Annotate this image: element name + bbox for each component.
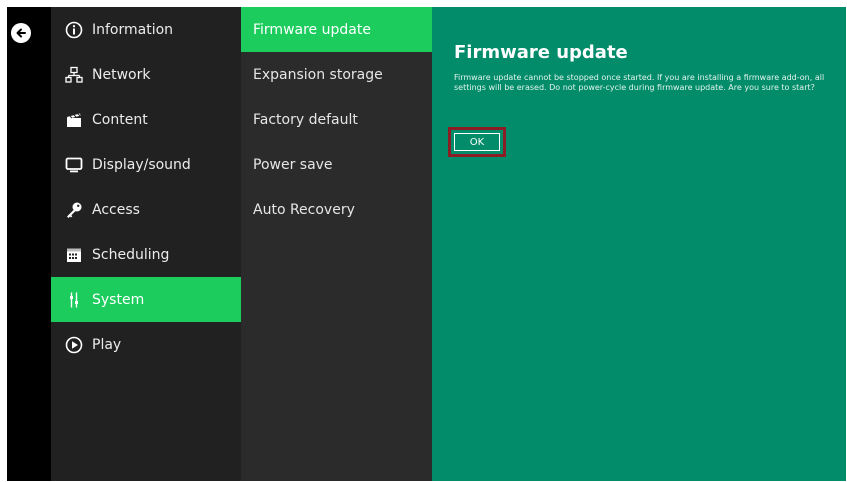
submenu-item-expansion-storage[interactable]: Expansion storage (241, 52, 432, 97)
submenu-item-firmware-update[interactable]: Firmware update (241, 7, 432, 52)
play-icon (65, 336, 83, 354)
menu-item-network[interactable]: Network (51, 52, 241, 97)
menu-item-label: System (92, 291, 145, 308)
system-icon (65, 291, 83, 309)
key-icon (65, 201, 83, 219)
main-menu: Information Network Content Display/soun… (51, 7, 241, 481)
menu-item-label: Display/sound (92, 156, 191, 173)
submenu-item-power-save[interactable]: Power save (241, 142, 432, 187)
menu-item-label: Content (92, 111, 148, 128)
warning-message: Firmware update cannot be stopped once s… (454, 73, 825, 92)
monitor-icon (65, 156, 83, 174)
menu-item-content[interactable]: Content (51, 97, 241, 142)
panel-title: Firmware update (454, 42, 628, 63)
back-button[interactable] (11, 23, 31, 43)
menu-item-access[interactable]: Access (51, 187, 241, 232)
menu-item-label: Access (92, 201, 140, 218)
menu-item-label: Network (92, 66, 151, 83)
clapperboard-icon (65, 111, 83, 129)
submenu-item-auto-recovery[interactable]: Auto Recovery (241, 187, 432, 232)
menu-item-information[interactable]: Information (51, 7, 241, 52)
calendar-icon (65, 246, 83, 264)
menu-item-label: Information (92, 21, 174, 38)
ok-button[interactable]: OK (454, 133, 500, 151)
menu-item-scheduling[interactable]: Scheduling (51, 232, 241, 277)
menu-item-label: Play (92, 336, 122, 353)
system-submenu: Firmware update Expansion storage Factor… (241, 7, 432, 481)
menu-item-play[interactable]: Play (51, 322, 241, 367)
network-icon (65, 66, 83, 84)
app-window: Information Network Content Display/soun… (7, 7, 846, 481)
firmware-update-panel: Firmware update Firmware update cannot b… (432, 7, 846, 481)
menu-item-display-sound[interactable]: Display/sound (51, 142, 241, 187)
arrow-left-circle-icon (16, 28, 26, 38)
menu-item-system[interactable]: System (51, 277, 241, 322)
back-column (7, 7, 51, 481)
submenu-item-factory-default[interactable]: Factory default (241, 97, 432, 142)
menu-item-label: Scheduling (92, 246, 170, 263)
info-icon (65, 21, 83, 39)
